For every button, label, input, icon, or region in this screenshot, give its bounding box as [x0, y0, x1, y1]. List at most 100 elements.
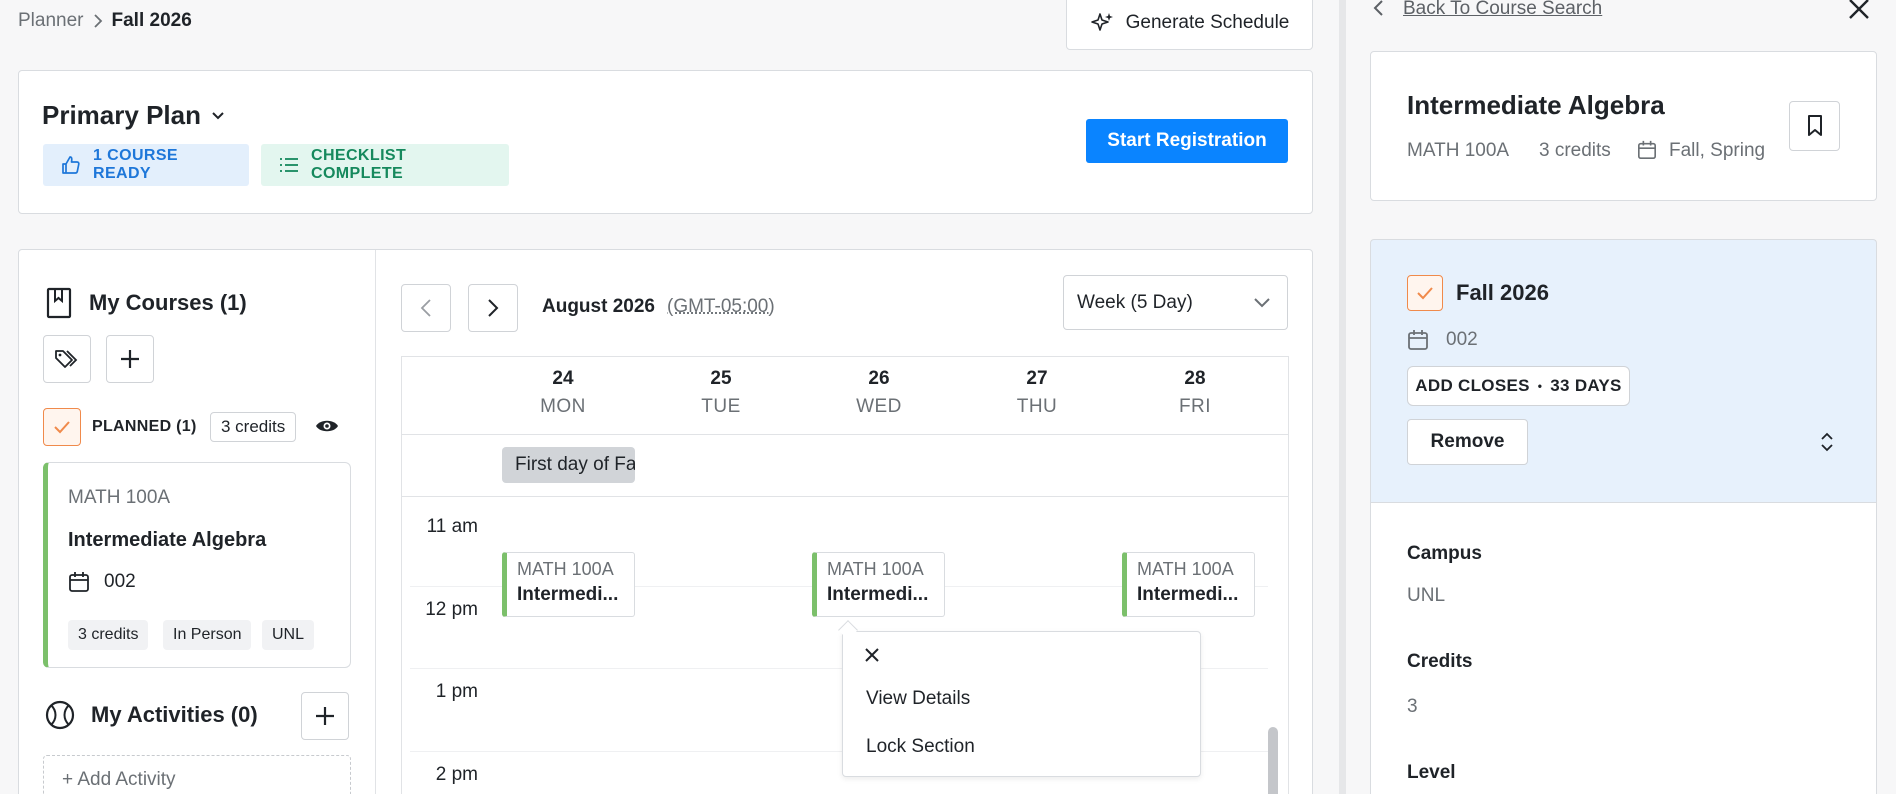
credits-value: 3	[1407, 696, 1418, 718]
next-week-button[interactable]	[468, 284, 518, 332]
add-closes-days: 33 DAYS	[1550, 376, 1621, 396]
view-select-value: Week (5 Day)	[1077, 292, 1193, 314]
check-icon	[53, 420, 71, 434]
day-header-mon: 24 MON	[503, 368, 623, 418]
checklist-label: CHECKLIST COMPLETE	[311, 147, 491, 183]
sidebar-divider	[375, 250, 376, 794]
course-tag-campus: UNL	[262, 620, 314, 650]
course-card-section: 002	[104, 571, 136, 593]
remove-button[interactable]: Remove	[1407, 419, 1528, 465]
add-course-button[interactable]	[106, 335, 154, 383]
calendar-event-fri[interactable]: MATH 100A Intermedi...	[1122, 552, 1255, 617]
course-terms: Fall, Spring	[1669, 140, 1765, 162]
event-name: Intermedi...	[1137, 584, 1254, 606]
day-header-fri: 28 FRI	[1135, 368, 1255, 418]
close-icon[interactable]	[864, 647, 880, 663]
day-name: WED	[819, 396, 939, 418]
prev-week-button[interactable]	[401, 284, 451, 332]
course-ready-label: 1 COURSE READY	[93, 147, 231, 183]
course-card-code: MATH 100A	[68, 487, 170, 509]
checklist-badge: CHECKLIST COMPLETE	[261, 144, 509, 186]
calendar-scrollbar[interactable]	[1268, 727, 1278, 794]
day-number: 25	[661, 368, 781, 390]
time-label: 2 pm	[402, 764, 478, 786]
planned-credits-pill: 3 credits	[210, 412, 296, 442]
calendar-month: August 2026	[542, 296, 655, 318]
term-title: Fall 2026	[1456, 280, 1549, 306]
tags-button[interactable]	[43, 335, 91, 383]
term-checkbox[interactable]	[1407, 275, 1443, 311]
thumbs-up-icon	[61, 155, 81, 175]
course-card-name: Intermediate Algebra	[68, 529, 266, 552]
day-name: TUE	[661, 396, 781, 418]
my-activities-header: My Activities (0)	[45, 700, 258, 730]
bookmark-icon	[1806, 114, 1824, 138]
allday-event[interactable]: First day of Fa	[502, 447, 635, 483]
my-activities-title: My Activities (0)	[91, 702, 258, 728]
event-code: MATH 100A	[517, 559, 634, 580]
calendar-event-wed[interactable]: MATH 100A Intermedi...	[812, 552, 945, 617]
generate-schedule-label: Generate Schedule	[1126, 12, 1290, 34]
day-number: 24	[503, 368, 623, 390]
time-label: 12 pm	[402, 599, 478, 621]
view-details-item[interactable]: View Details	[866, 688, 970, 710]
day-name: FRI	[1135, 396, 1255, 418]
calendar-icon	[1637, 140, 1657, 160]
add-activity-plus-button[interactable]	[301, 692, 349, 740]
view-select[interactable]: Week (5 Day)	[1063, 275, 1288, 330]
course-credits: 3 credits	[1539, 140, 1611, 162]
timezone-link[interactable]: (GMT-05:00)	[667, 296, 775, 318]
chevron-down-icon	[1253, 297, 1271, 309]
add-closes-label: ADD CLOSES	[1415, 376, 1529, 396]
event-name: Intermedi...	[827, 584, 944, 606]
planned-checkbox[interactable]	[43, 408, 81, 446]
chevron-right-icon	[92, 14, 104, 28]
calendar-event-mon[interactable]: MATH 100A Intermedi...	[502, 552, 635, 617]
campus-value: UNL	[1407, 585, 1445, 607]
planned-label: PLANNED (1)	[92, 418, 197, 436]
day-name: THU	[977, 396, 1097, 418]
breadcrumb-planner-link[interactable]: Planner	[18, 10, 84, 32]
checklist-icon	[279, 156, 299, 174]
generate-schedule-button[interactable]: Generate Schedule	[1066, 0, 1313, 50]
day-number: 28	[1135, 368, 1255, 390]
chevron-left-icon	[420, 298, 432, 318]
event-name: Intermedi...	[517, 584, 634, 606]
expand-collapse-icon[interactable]	[1820, 432, 1834, 452]
lock-section-item[interactable]: Lock Section	[866, 736, 975, 758]
check-icon	[1416, 286, 1434, 300]
campus-label: Campus	[1407, 543, 1482, 565]
plan-selector[interactable]: Primary Plan	[42, 100, 225, 131]
calendar-icon	[1407, 329, 1429, 351]
course-code: MATH 100A	[1407, 140, 1509, 162]
allday-divider	[402, 496, 1289, 497]
chevron-left-icon[interactable]	[1372, 0, 1384, 18]
header-divider	[402, 434, 1289, 435]
level-label: Level	[1407, 762, 1456, 784]
course-ready-badge: 1 COURSE READY	[43, 144, 249, 186]
plus-icon	[119, 348, 141, 370]
book-icon	[45, 287, 73, 319]
eye-icon[interactable]	[315, 418, 339, 434]
tag-icon	[54, 348, 80, 370]
chevron-right-icon	[487, 298, 499, 318]
course-tag-credits: 3 credits	[68, 620, 148, 650]
close-panel-icon[interactable]	[1848, 0, 1870, 20]
separator-dot: •	[1538, 379, 1543, 393]
time-label: 11 am	[402, 516, 478, 538]
bookmark-button[interactable]	[1789, 101, 1840, 151]
breadcrumb: Planner Fall 2026	[18, 10, 192, 32]
day-number: 26	[819, 368, 939, 390]
event-code: MATH 100A	[1137, 559, 1254, 580]
day-name: MON	[503, 396, 623, 418]
start-registration-button[interactable]: Start Registration	[1086, 119, 1288, 163]
credits-label: Credits	[1407, 651, 1472, 673]
back-to-search-link[interactable]: Back To Course Search	[1403, 0, 1602, 20]
time-label: 1 pm	[402, 681, 478, 703]
event-code: MATH 100A	[827, 559, 944, 580]
course-tag-delivery: In Person	[163, 620, 251, 650]
my-courses-header: My Courses (1)	[45, 287, 247, 319]
add-closes-badge: ADD CLOSES • 33 DAYS	[1407, 366, 1630, 406]
add-activity-button[interactable]: + Add Activity	[43, 755, 351, 794]
panel-divider	[1339, 0, 1346, 794]
